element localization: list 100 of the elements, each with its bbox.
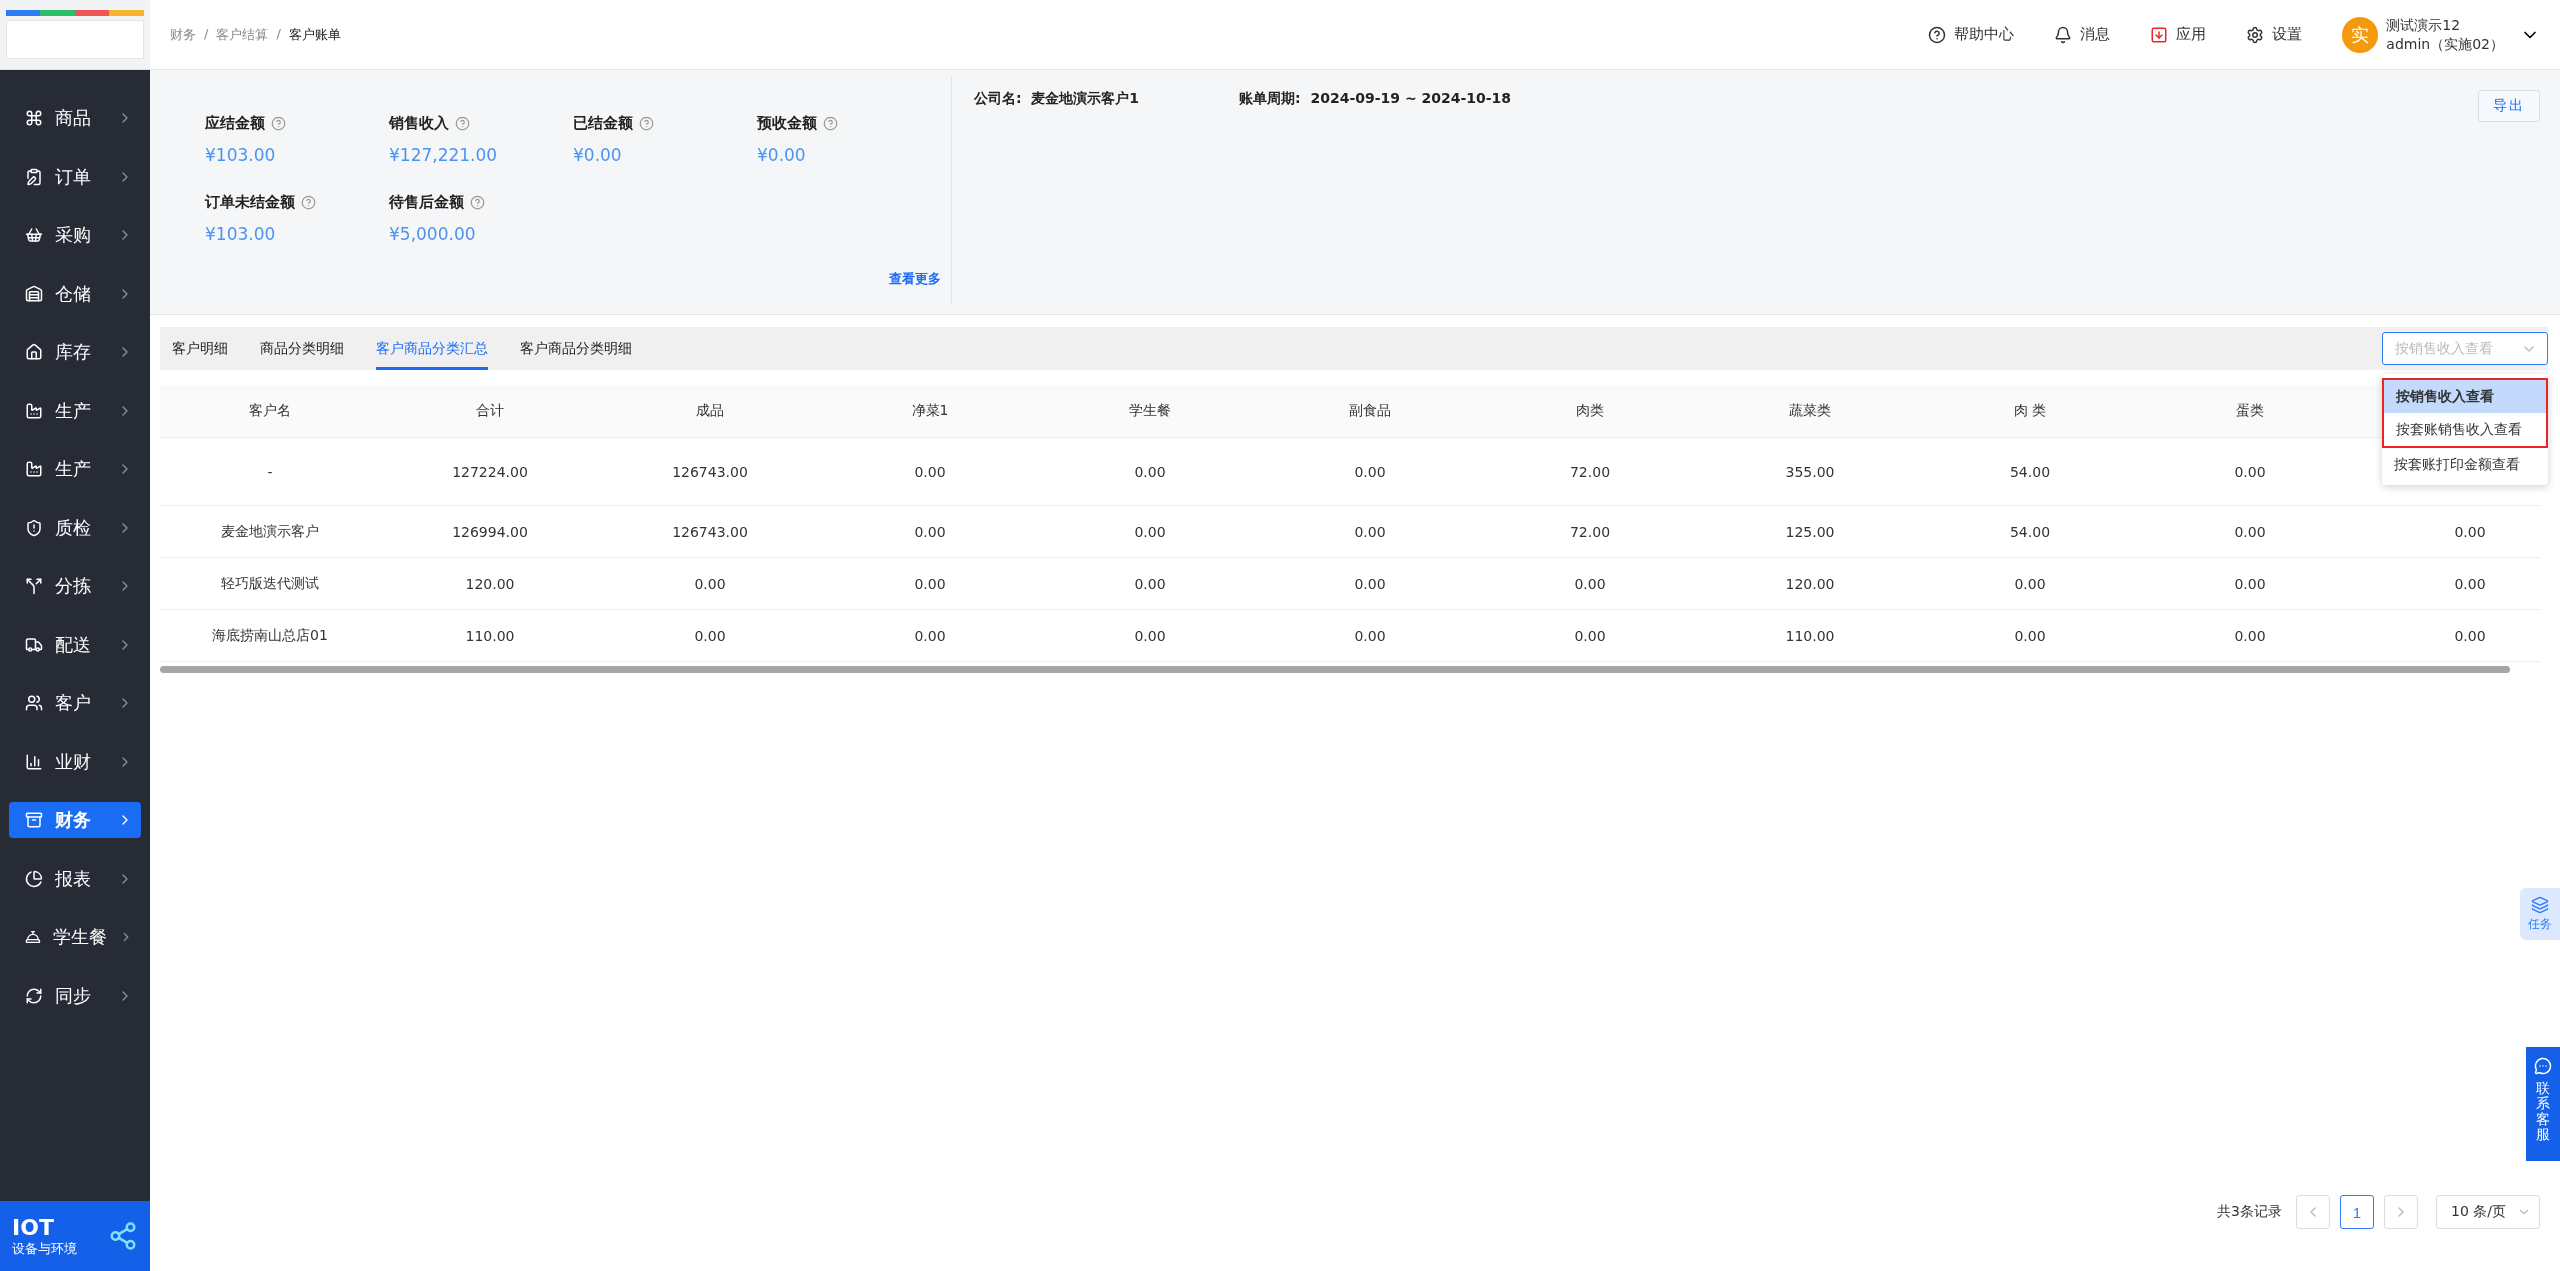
- table-cell: 120.00: [1700, 558, 1920, 610]
- sidebar-item[interactable]: 库存: [9, 334, 141, 370]
- table-cell: 0.00: [1260, 610, 1480, 662]
- sidebar-item[interactable]: 同步: [9, 977, 141, 1014]
- support-tab[interactable]: 联系客服: [2526, 1047, 2560, 1161]
- sidebar-item[interactable]: 配送: [9, 626, 141, 663]
- help-icon[interactable]: [301, 195, 316, 210]
- iot-banner[interactable]: IOT 设备与环境: [0, 1201, 150, 1271]
- table-cell: 127224.00: [380, 438, 600, 506]
- table-cell: 0.00: [1040, 558, 1260, 610]
- sidebar-item[interactable]: 生产: [9, 392, 141, 429]
- share-icon: [108, 1221, 138, 1251]
- column-header: 净菜1: [820, 385, 1040, 438]
- table-cell: 轻巧版迭代测试: [160, 558, 380, 610]
- table-cell: 0.00: [1040, 438, 1260, 506]
- user-name: 测试演示12: [2386, 15, 2462, 35]
- sidebar-item[interactable]: 分拣: [9, 568, 141, 604]
- banner-subtitle: 设备与环境: [12, 1239, 77, 1258]
- menu-item-icon: [25, 401, 43, 420]
- tab[interactable]: 商品分类明细: [260, 327, 344, 370]
- menu-item-icon: [25, 869, 43, 888]
- header-link[interactable]: 消息: [2054, 25, 2111, 44]
- menu-item-icon: [25, 986, 43, 1005]
- menu-item-icon: [25, 577, 43, 595]
- metric-value: ¥127,221.00: [389, 145, 499, 165]
- table-cell: 0.00: [2140, 558, 2360, 610]
- breadcrumb-item[interactable]: 客户结算: [216, 25, 269, 44]
- menu-item-icon: [25, 694, 43, 712]
- horizontal-scrollbar[interactable]: [160, 666, 2510, 673]
- metric-value: ¥0.00: [573, 145, 623, 165]
- column-header: 副食品: [1260, 385, 1480, 438]
- sidebar-item[interactable]: 订单: [9, 158, 141, 195]
- table-cell: 54.00: [1920, 438, 2140, 506]
- menu-item-icon: [25, 226, 43, 244]
- metric-label: 订单未结金额: [205, 193, 389, 212]
- table-cell: 0.00: [2140, 506, 2360, 558]
- tab[interactable]: 客户明细: [172, 327, 228, 370]
- table-cell: 0.00: [600, 558, 820, 610]
- prev-page-button[interactable]: [2296, 1195, 2330, 1229]
- column-header: 客户名: [160, 385, 380, 438]
- header-link[interactable]: 应用: [2150, 25, 2207, 44]
- breadcrumb-item[interactable]: 客户账单: [288, 25, 341, 44]
- table-cell: 海底捞南山总店01: [160, 610, 380, 662]
- metric-label: 预收金额: [757, 114, 941, 133]
- metric-label: 销售收入: [389, 114, 573, 133]
- sidebar-item[interactable]: 客户: [9, 685, 141, 721]
- table-cell: 0.00: [2360, 558, 2540, 610]
- table-cell: 0.00: [1260, 506, 1480, 558]
- table-cell: 麦金地演示客户: [160, 506, 380, 558]
- header-link[interactable]: 帮助中心: [1928, 25, 2015, 44]
- table-cell: 0.00: [1920, 558, 2140, 610]
- column-header: 合计: [380, 385, 600, 438]
- help-icon[interactable]: [639, 116, 654, 131]
- page-button[interactable]: 1: [2340, 1195, 2374, 1229]
- sidebar-item[interactable]: 生产: [9, 451, 141, 487]
- help-icon[interactable]: [470, 195, 485, 210]
- header-link[interactable]: 设置: [2246, 25, 2303, 44]
- table-cell: 355.00: [1700, 438, 1920, 506]
- tab[interactable]: 客户商品分类明细: [520, 327, 632, 370]
- help-icon[interactable]: [271, 116, 286, 131]
- page-size-select[interactable]: 10 条/页: [2436, 1195, 2540, 1229]
- download-box-icon: [2150, 25, 2169, 44]
- sidebar-item[interactable]: 质检: [9, 509, 141, 546]
- menu-item-icon: [25, 109, 43, 127]
- sidebar-item[interactable]: 采购: [9, 217, 141, 253]
- column-header: 蛋类: [2140, 385, 2360, 438]
- table-cell: 0.00: [820, 610, 1040, 662]
- total-records: 共3条记录: [2217, 1203, 2282, 1221]
- tab[interactable]: 客户商品分类汇总: [376, 327, 488, 370]
- sidebar-item[interactable]: 学生餐: [9, 919, 141, 955]
- export-button[interactable]: 导出: [2478, 90, 2540, 122]
- table-cell: 54.00: [1920, 506, 2140, 558]
- company-name: 公司名: 麦金地演示客户1: [974, 90, 1140, 108]
- table-cell: 0.00: [1480, 558, 1700, 610]
- table-cell: 0.00: [820, 558, 1040, 610]
- menu-item-icon: [25, 460, 43, 478]
- next-page-button[interactable]: [2384, 1195, 2418, 1229]
- sidebar-item[interactable]: 仓储: [9, 275, 141, 312]
- help-icon[interactable]: [455, 116, 470, 131]
- view-more-link[interactable]: 查看更多: [889, 270, 941, 288]
- help-icon[interactable]: [823, 116, 838, 131]
- banner-title: IOT: [12, 1214, 55, 1240]
- metric-value: ¥5,000.00: [389, 224, 477, 244]
- dropdown-option[interactable]: 按套账打印金额查看: [2382, 448, 2548, 481]
- breadcrumb-item[interactable]: 财务: [170, 25, 196, 44]
- sidebar-item[interactable]: 业财: [9, 743, 141, 780]
- table-cell: 0.00: [820, 438, 1040, 506]
- table-cell: 72.00: [1480, 438, 1700, 506]
- sidebar-item[interactable]: 商品: [9, 100, 141, 136]
- table-cell: 0.00: [2360, 506, 2540, 558]
- table-cell: 110.00: [380, 610, 600, 662]
- column-header: 肉 类: [1920, 385, 2140, 438]
- user-account: admin（实施02）: [2386, 34, 2504, 54]
- settings-icon: [2246, 25, 2265, 44]
- dropdown-option[interactable]: 按销售收入查看: [2384, 380, 2546, 413]
- menu-item-icon: [25, 167, 43, 186]
- column-header: 蔬菜类: [1700, 385, 1920, 438]
- sidebar-item[interactable]: 报表: [9, 860, 141, 897]
- table-cell: 125.00: [1700, 506, 1920, 558]
- sidebar-item[interactable]: 财务: [9, 802, 141, 838]
